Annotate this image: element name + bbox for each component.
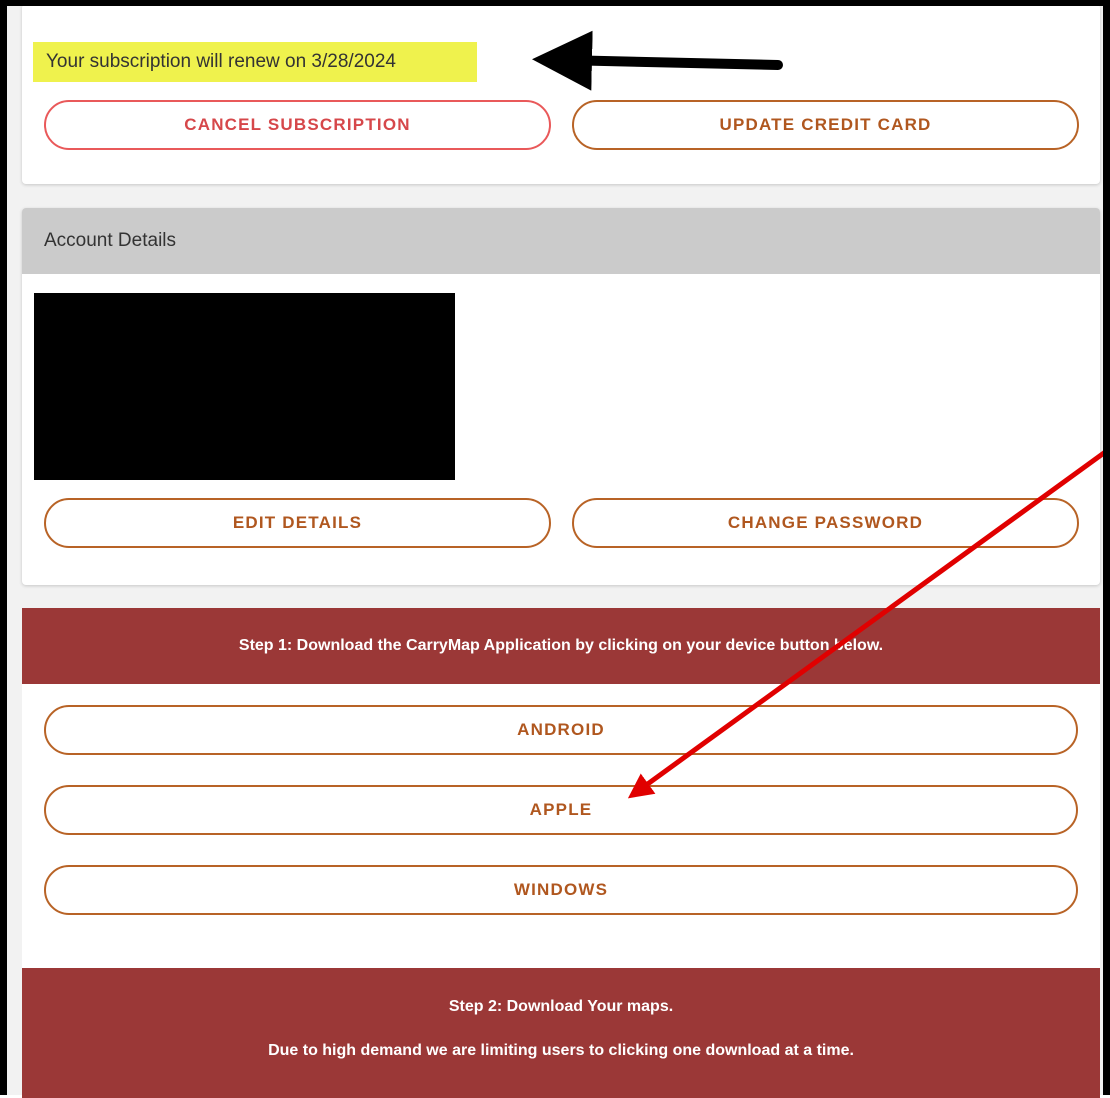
account-details-header: Account Details	[22, 208, 1100, 274]
screenshot-frame: Your subscription will renew on 3/28/202…	[0, 0, 1110, 1098]
update-credit-card-button[interactable]: UPDATE CREDIT CARD	[572, 100, 1079, 150]
apple-download-button[interactable]: APPLE	[44, 785, 1078, 835]
windows-download-button[interactable]: WINDOWS	[44, 865, 1078, 915]
android-download-button[interactable]: ANDROID	[44, 705, 1078, 755]
frame-right-border	[1103, 0, 1110, 1095]
step2-note: Due to high demand we are limiting users…	[268, 1042, 854, 1059]
frame-top-border	[0, 0, 1110, 6]
renewal-notice: Your subscription will renew on 3/28/202…	[33, 42, 477, 82]
redacted-account-info	[34, 293, 455, 480]
step1-banner: Step 1: Download the CarryMap Applicatio…	[22, 608, 1100, 684]
edit-details-button[interactable]: EDIT DETAILS	[44, 498, 551, 548]
subscription-card	[22, 4, 1100, 184]
step2-title: Step 2: Download Your maps.	[448, 998, 674, 1015]
frame-left-border	[0, 0, 7, 1095]
change-password-button[interactable]: CHANGE PASSWORD	[572, 498, 1079, 548]
cancel-subscription-button[interactable]: CANCEL SUBSCRIPTION	[44, 100, 551, 150]
step2-banner: Step 2: Download Your maps. Due to high …	[22, 968, 1100, 1098]
